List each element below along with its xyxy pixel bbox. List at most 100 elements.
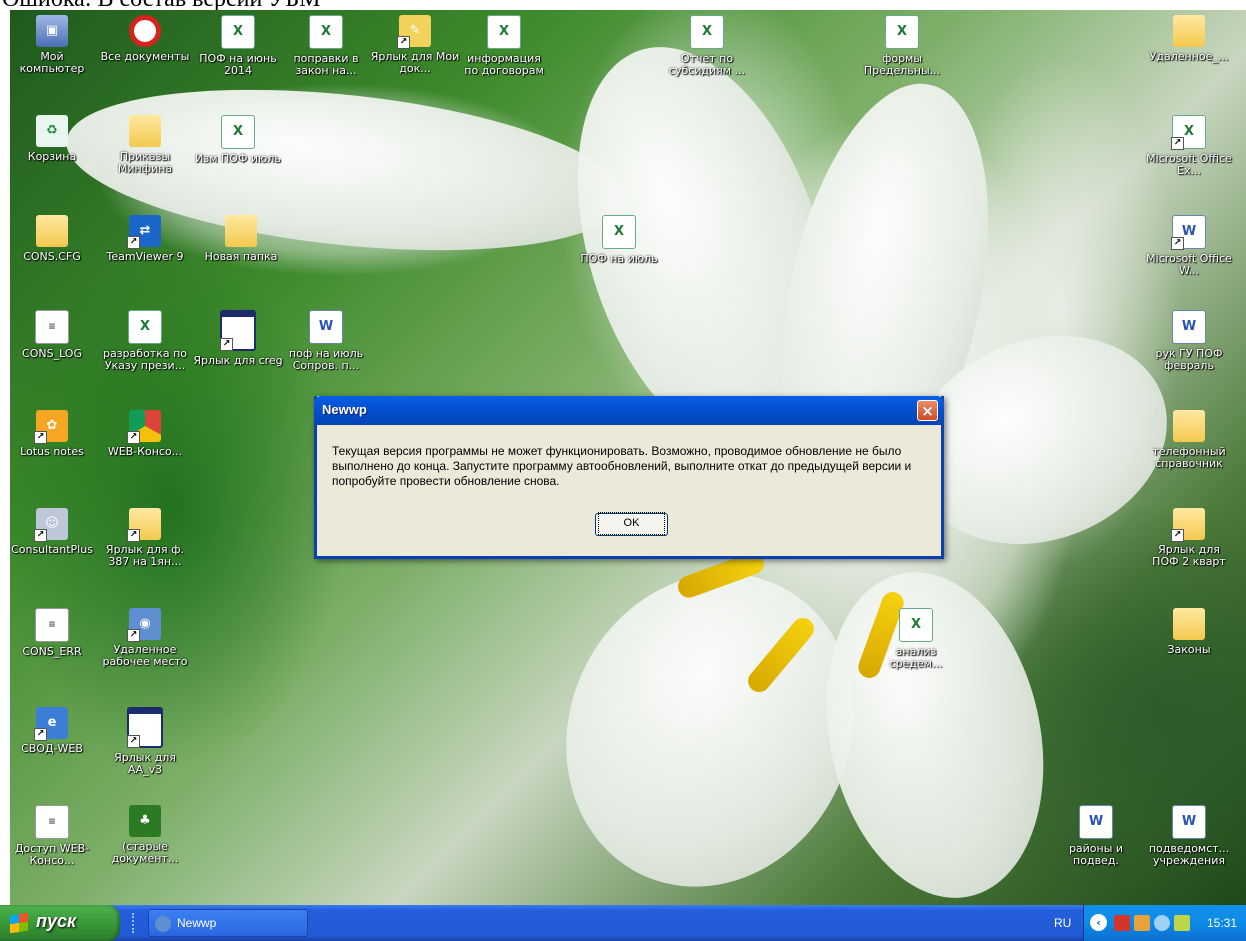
icon-label: Ярлык для AA_v3 [114, 751, 176, 776]
text-file-icon: ≡ [35, 608, 69, 642]
tree-icon: ♣ [129, 805, 161, 837]
tray-app-icon[interactable] [1134, 915, 1150, 931]
folder-icon [1173, 608, 1205, 640]
desktop-icon[interactable]: XMicrosoft Office Ex... [1144, 115, 1234, 177]
desktop-icon[interactable]: X Изм ПОФ июль [193, 115, 283, 165]
excel-shortcut-icon: X [1171, 115, 1206, 150]
desktop-icon[interactable]: Wрук ГУ ПОФ февраль [1144, 310, 1234, 372]
icon-label: рук ГУ ПОФ февраль [1155, 347, 1223, 372]
icon-label: CONS_ERR [22, 645, 82, 658]
taskbar-item-newwp[interactable]: Newwp [148, 909, 308, 937]
remote-desktop-icon: ◉ [127, 608, 161, 642]
desktop-icon[interactable]: Xформы Предельны... [857, 15, 947, 77]
desktop-icon[interactable]: ▣ Мой компьютер [10, 15, 97, 75]
ie-icon: e [34, 707, 68, 741]
desktop-icon[interactable]: Wподведомст... учреждения [1144, 805, 1234, 867]
icon-label: Ярлык для creg [193, 354, 283, 367]
word-file-icon: W [309, 310, 343, 344]
desktop-icon[interactable]: ♣ (старые документ... [100, 805, 190, 865]
desktop-icon[interactable]: Wпоф на июль Сопров. п... [281, 310, 371, 372]
lotus-icon: ✿ [34, 410, 68, 444]
close-button[interactable]: × [917, 400, 938, 421]
icon-label: подведомст... учреждения [1148, 842, 1230, 867]
icon-label: формы Предельны... [863, 52, 941, 77]
desktop-icon[interactable]: X ПОФ на июнь 2014 [193, 15, 283, 77]
desktop-icon[interactable]: ≡ Доступ WEB-Консо... [10, 805, 97, 867]
desktop-icon[interactable]: Ярлык для ф. 387 на 1ян... [100, 508, 190, 568]
icon-label: Ярлык для ф. 387 на 1ян... [105, 543, 185, 568]
desktop-icon[interactable]: Xпоправки в закон на... [281, 15, 371, 77]
icon-label: CONS.CFG [23, 250, 81, 263]
desktop-icon[interactable]: Ярлык для creg [193, 310, 283, 367]
desktop-icon[interactable]: ⇄TeamViewer 9 [100, 215, 190, 263]
desktop-icon[interactable]: ☺ConsultantPlus [10, 508, 97, 556]
icon-label: Lotus notes [20, 445, 84, 458]
desktop-icon[interactable]: телефонный справочник [1144, 410, 1234, 470]
word-file-icon: W [1172, 310, 1206, 344]
desktop-icon[interactable]: ≡ CONS_LOG [10, 310, 97, 360]
desktop-icon[interactable]: ◉Удаленное рабочее место [100, 608, 190, 668]
desktop-icon[interactable]: Ярлык для AA_v3 [100, 707, 190, 776]
excel-file-icon: X [221, 15, 255, 49]
icon-label: Ярлык для ПОФ 2 кварт [1152, 543, 1226, 568]
language-indicator[interactable]: RU [1054, 916, 1074, 930]
desktop-icon[interactable]: X Отчет по субсидиям ... [662, 15, 752, 77]
icon-label: поправки в закон на... [293, 52, 359, 77]
folder-icon [36, 215, 68, 247]
windows-flag-icon [10, 912, 28, 934]
app-window-icon [220, 310, 256, 351]
tray-volume-icon[interactable] [1174, 915, 1190, 931]
icon-label: Изм ПОФ июль [195, 152, 281, 165]
excel-file-icon: X [221, 115, 255, 149]
icon-label: телефонный справочник [1152, 445, 1226, 470]
tray-app-icon[interactable] [1114, 915, 1130, 931]
text-file-icon: ≡ [35, 310, 69, 344]
desktop-icon[interactable]: Удаленное_... [1144, 15, 1234, 63]
desktop-icon[interactable]: Xанализ средем... [871, 608, 961, 670]
desktop-icon[interactable]: Новая папка [196, 215, 286, 263]
ok-button[interactable]: OK [595, 512, 668, 536]
desktop-icon[interactable]: ≡ CONS_ERR [10, 608, 97, 658]
folder-shortcut-icon [1171, 508, 1205, 542]
icon-label: разработка по Указу прези... [102, 347, 188, 372]
icon-label: Удаленное рабочее место [102, 643, 188, 668]
desktop-icon[interactable]: ♻ Корзина [10, 115, 97, 163]
desktop-icon[interactable]: ✎Ярлык для Мои док... [370, 15, 460, 75]
word-file-icon: W [1079, 805, 1113, 839]
newwp-app-icon [155, 916, 171, 932]
desktop-icon[interactable]: X ПОФ на июль [574, 215, 664, 265]
wallpaper-petal [797, 551, 1073, 905]
desktop-icon[interactable]: Законы [1144, 608, 1234, 656]
computer-icon: ▣ [36, 15, 68, 47]
desktop-icon[interactable]: ✿Lotus notes [10, 410, 97, 458]
desktop-icon[interactable]: Приказы Минфина [100, 115, 190, 175]
desktop-icon[interactable]: WEB-Консо... [100, 410, 190, 458]
icon-label: Отчет по субсидиям ... [668, 52, 746, 77]
icon-label: районы и подвед. [1068, 842, 1124, 867]
excel-file-icon: X [487, 15, 521, 49]
desktop-icon[interactable]: Wрайоны и подвед. [1051, 805, 1141, 867]
icon-label: Удаленное_... [1149, 50, 1229, 63]
desktop-icon[interactable]: eСВОД-WEB [10, 707, 97, 755]
desktop-icon[interactable]: Xинформация по договорам [459, 15, 549, 77]
icon-label: анализ средем... [889, 645, 943, 670]
desktop-icon[interactable]: Ярлык для ПОФ 2 кварт [1144, 508, 1234, 568]
desktop-icon[interactable]: CONS.CFG [10, 215, 97, 263]
app-window-icon [127, 707, 163, 748]
tray-network-icon[interactable] [1154, 915, 1170, 931]
desktop-icon[interactable]: WMicrosoft Office W... [1144, 215, 1234, 277]
taskbar: пуск Newwp RU ‹ 15:31 [0, 905, 1246, 941]
folder-icon [129, 115, 161, 147]
dialog-message: Текущая версия программы не может функци… [332, 444, 912, 488]
quicklaunch-grip[interactable] [132, 913, 138, 933]
desktop-icon[interactable]: Xразработка по Указу прези... [100, 310, 190, 372]
desktop-icon[interactable]: Все документы [100, 15, 190, 63]
clock[interactable]: 15:31 [1207, 916, 1237, 930]
icon-label: СВОД-WEB [21, 742, 83, 755]
start-button[interactable]: пуск [0, 905, 120, 941]
icon-label: Все документы [100, 50, 190, 63]
dialog-titlebar[interactable]: Newwp × [314, 396, 944, 425]
icon-label: Новая папка [204, 250, 278, 263]
tray-expand-chevron-icon[interactable]: ‹ [1090, 914, 1107, 931]
excel-file-icon: X [128, 310, 162, 344]
